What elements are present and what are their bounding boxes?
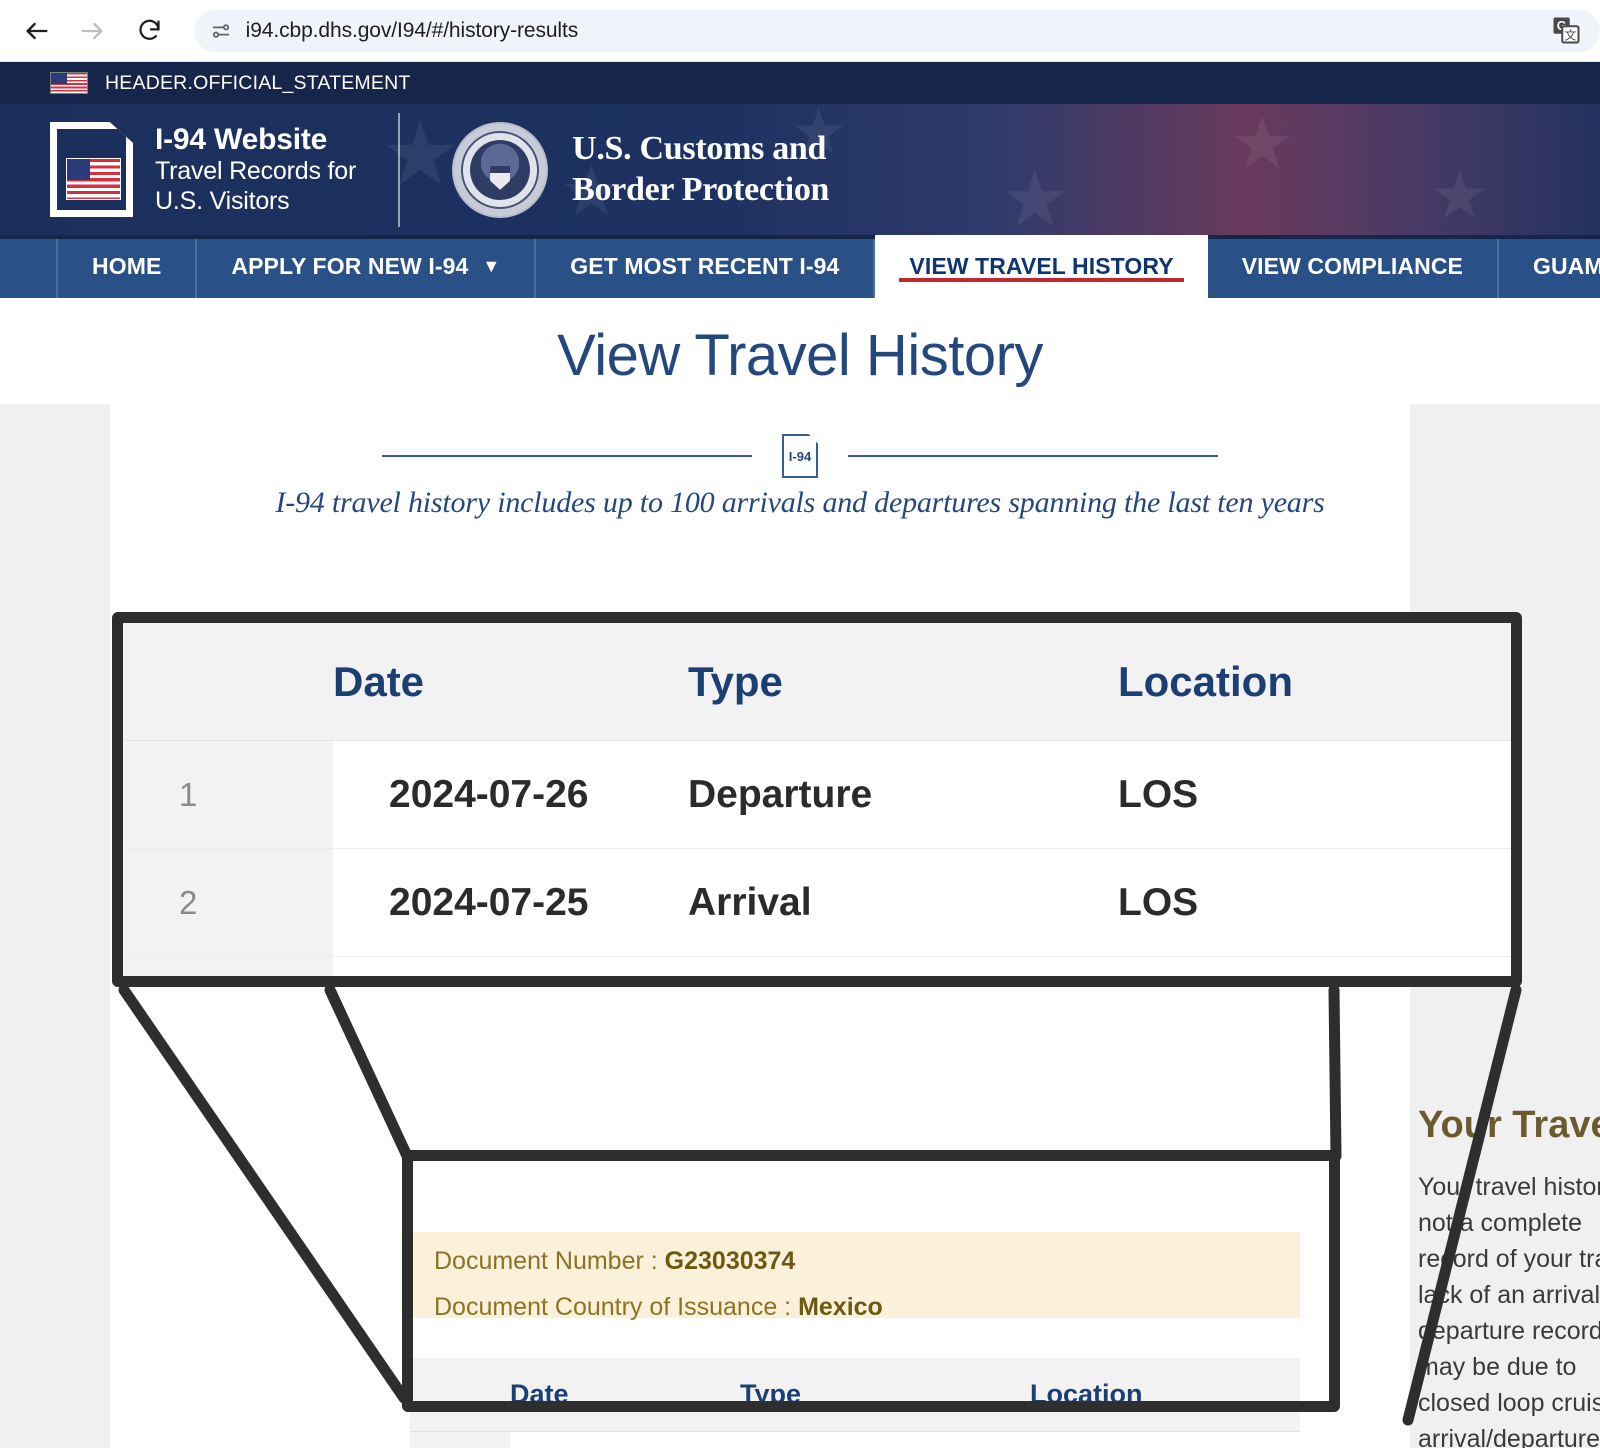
nav-item-label: GET MOST RECENT I-94 (570, 253, 840, 279)
column-header-location: Location (1030, 1379, 1143, 1409)
brand-line-1: I-94 Website (155, 122, 328, 156)
google-translate-glyph: G 文 (1553, 17, 1580, 44)
official-statement-bar: HEADER.OFFICIAL_STATEMENT (0, 62, 1600, 104)
title-divider: I-94 (0, 434, 1600, 478)
page-title: View Travel History (557, 323, 1043, 388)
site-info-icon[interactable] (208, 18, 234, 44)
arrow-left-icon (26, 22, 48, 39)
nav-item-apply-for-new-i94[interactable]: APPLY FOR NEW I-94 ▼ (197, 235, 537, 298)
divider-line-left (382, 455, 752, 457)
document-country-label: Document Country of Issuance : (434, 1293, 792, 1321)
table-header-row: Date Type Location (410, 1358, 1300, 1432)
main-content: View Travel History I-94 I-94 travel his… (0, 298, 1600, 1448)
nav-item-home[interactable]: HOME (56, 235, 198, 298)
document-number-label: Document Number : (434, 1247, 658, 1275)
page-subtitle: I-94 travel history includes up to 100 a… (275, 486, 1325, 519)
nav-item-view-travel-history[interactable]: VIEW TRAVEL HISTORY (875, 235, 1208, 298)
forward-button[interactable] (69, 8, 114, 54)
reload-icon (138, 19, 160, 40)
info-panel-heading: Your Travel History (1418, 1104, 1600, 1146)
document-info-box: Document Number : G23030374 Document Cou… (410, 1232, 1300, 1321)
active-tab-underline (899, 278, 1184, 282)
nav-item-label: GUAM-CNMI (1532, 253, 1600, 279)
nav-item-guam-cnmi[interactable]: GUAM-CNMI (1499, 235, 1600, 298)
document-country-value: Mexico (798, 1293, 883, 1321)
divider-line-right (848, 455, 1218, 457)
decorative-star-icon: ★ (1430, 158, 1490, 232)
tune-icon (212, 23, 229, 38)
travel-history-table: Date Type Location 1 2024-07-26 Departur… (410, 1358, 1300, 1448)
nav-item-label: HOME (92, 253, 162, 279)
document-number-value: G23030374 (664, 1247, 796, 1275)
decorative-star-icon: ★ (1000, 155, 1070, 235)
translate-icon[interactable]: G 文 (1546, 10, 1586, 50)
nav-item-view-compliance[interactable]: VIEW COMPLIANCE (1208, 235, 1499, 298)
brand-line-3: U.S. Visitors (155, 187, 290, 216)
document-number-line: Document Number : G23030374 (434, 1238, 1300, 1284)
row-index: 1 (410, 1432, 510, 1448)
svg-text:文: 文 (1564, 28, 1576, 42)
decorative-star-icon: ★ (560, 152, 623, 230)
chevron-down-icon: ▼ (482, 256, 501, 276)
browser-toolbar: i94.cbp.dhs.gov/I94/#/history-results G … (0, 0, 1600, 62)
i94-document-logo-icon (50, 122, 133, 217)
nav-item-label: VIEW TRAVEL HISTORY (909, 253, 1174, 279)
travel-history-info-panel: Your Travel History Your travel history … (1418, 1104, 1600, 1448)
document-country-line: Document Country of Issuance : Mexico (434, 1284, 1300, 1330)
address-bar[interactable]: i94.cbp.dhs.gov/I94/#/history-results (193, 9, 1600, 52)
page-viewport: HEADER.OFFICIAL_STATEMENT ★ ★ ★ ★ ★ ★ I-… (0, 62, 1600, 1448)
official-statement-text: HEADER.OFFICIAL_STATEMENT (105, 71, 411, 94)
brand-line-2: Travel Records for (155, 157, 357, 186)
i94-document-icon: I-94 (782, 434, 818, 478)
nav-item-label: VIEW COMPLIANCE (1241, 253, 1463, 279)
reload-button[interactable] (126, 8, 171, 54)
site-banner: ★ ★ ★ ★ ★ ★ I-94 Website Travel Records … (0, 104, 1600, 235)
table-row[interactable]: 1 2024-07-26 Departure LOS (410, 1432, 1300, 1448)
nav-item-label: APPLY FOR NEW I-94 (231, 253, 469, 279)
site-brand: I-94 Website Travel Records for U.S. Vis… (155, 123, 356, 217)
us-flag-icon (50, 72, 88, 94)
main-navigation: HOME APPLY FOR NEW I-94 ▼ GET MOST RECEN… (0, 235, 1600, 298)
decorative-star-icon: ★ (380, 105, 461, 205)
i94-icon-label: I-94 (788, 448, 812, 464)
column-header-type: Type (740, 1379, 802, 1409)
decorative-star-icon: ★ (1230, 104, 1295, 184)
info-panel-body: Your travel history is not a complete re… (1418, 1173, 1600, 1448)
column-header-date: Date (510, 1379, 569, 1409)
arrow-right-icon (81, 22, 103, 39)
back-button[interactable] (14, 8, 59, 54)
url-text: i94.cbp.dhs.gov/I94/#/history-results (245, 18, 579, 42)
decorative-star-icon: ★ (790, 104, 848, 168)
nav-item-get-most-recent-i94[interactable]: GET MOST RECENT I-94 (536, 235, 876, 298)
cbp-seal-icon (452, 121, 549, 218)
